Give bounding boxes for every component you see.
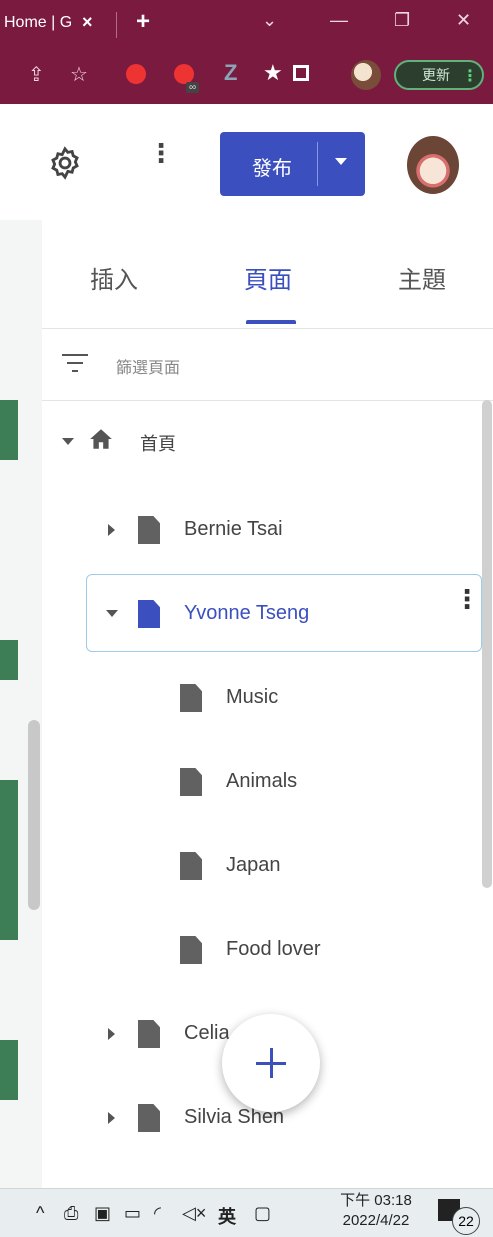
tree-item-animals[interactable]: Animals bbox=[42, 744, 493, 822]
page-icon bbox=[180, 768, 202, 796]
tree-item-yvonne-tseng[interactable]: Yvonne Tseng bbox=[42, 576, 493, 654]
page-icon bbox=[180, 852, 202, 880]
extension-z-icon[interactable]: Z bbox=[224, 60, 237, 86]
expand-icon[interactable] bbox=[108, 1028, 115, 1040]
collapse-icon[interactable] bbox=[62, 438, 74, 445]
filter-pages-input[interactable]: 篩選頁面 bbox=[116, 354, 180, 378]
publish-divider bbox=[317, 142, 318, 186]
tab-pages[interactable]: 頁面 bbox=[244, 260, 292, 295]
clock-date: 2022/4/22 bbox=[342, 1212, 410, 1229]
volume-mute-icon[interactable]: ◁× bbox=[182, 1203, 206, 1224]
settings-gear-icon[interactable] bbox=[48, 146, 82, 180]
tree-item-label: Food lover bbox=[226, 938, 321, 960]
tree-item-label: Yvonne Tseng bbox=[184, 602, 310, 624]
tree-item-home[interactable]: 首頁 bbox=[42, 406, 493, 484]
home-icon bbox=[90, 429, 112, 449]
wifi-icon[interactable]: ◜ bbox=[154, 1203, 161, 1224]
tree-item-label: Celia bbox=[184, 1022, 230, 1044]
clock[interactable]: 下午 03:18 2022/4/22 bbox=[326, 1191, 426, 1231]
tab-themes[interactable]: 主題 bbox=[398, 260, 446, 295]
bookmark-star-icon[interactable]: ☆ bbox=[70, 62, 88, 87]
extension-badge-label: ∞ bbox=[186, 82, 200, 93]
show-hidden-icons-icon[interactable]: ^ bbox=[36, 1203, 44, 1224]
page-options-icon[interactable]: ⋮ bbox=[454, 586, 480, 612]
browser-toolbar: ⇪ ☆ ∞ Z ★ 更新 ⋮ bbox=[0, 48, 493, 104]
avatar[interactable] bbox=[407, 136, 459, 194]
tree-item-bernie-tsai[interactable]: Bernie Tsai bbox=[42, 492, 493, 570]
canvas-scrollbar-thumb[interactable] bbox=[28, 720, 40, 910]
canvas-background-stripe bbox=[0, 1040, 18, 1100]
panel-tabs: 插入 頁面 主題 bbox=[42, 220, 493, 329]
browser-tab-bar: Home | G × + ⌄ — ❐ ✕ bbox=[0, 0, 493, 48]
page-icon bbox=[138, 516, 160, 544]
tab-search-icon[interactable]: ⌄ bbox=[262, 10, 277, 31]
tree-item-label: Animals bbox=[226, 770, 298, 792]
canvas-background-stripe bbox=[0, 400, 18, 460]
page-icon bbox=[180, 936, 202, 964]
publish-dropdown-icon[interactable] bbox=[335, 158, 347, 165]
page-icon bbox=[138, 600, 160, 628]
tree-item-music[interactable]: Music bbox=[42, 660, 493, 738]
page-icon bbox=[180, 684, 202, 712]
page-canvas-gutter bbox=[0, 220, 43, 1188]
expand-icon[interactable] bbox=[108, 524, 115, 536]
minimize-icon[interactable]: — bbox=[330, 10, 348, 31]
sidebar-icon[interactable] bbox=[293, 65, 309, 81]
extension-badge-icon[interactable] bbox=[174, 64, 194, 84]
canvas-background-stripe bbox=[0, 640, 18, 680]
editor-header: ⋮ 發布 bbox=[0, 104, 493, 221]
tree-item-label: Music bbox=[226, 686, 279, 708]
update-label: 更新 bbox=[422, 67, 450, 83]
filter-pages-row[interactable]: 篩選頁面 bbox=[42, 328, 493, 401]
active-tab-indicator bbox=[246, 320, 296, 324]
windows-taskbar: ^ ⎙ ▣ ▭ ◜ ◁× 英 ▢ 下午 03:18 2022/4/22 22 bbox=[0, 1188, 493, 1237]
clock-time: 下午 03:18 bbox=[340, 1192, 412, 1209]
publish-button[interactable]: 發布 bbox=[220, 132, 365, 196]
more-icon[interactable]: ⋮ bbox=[462, 66, 478, 86]
collapse-icon[interactable] bbox=[106, 610, 118, 617]
share-icon[interactable]: ⇪ bbox=[28, 62, 45, 87]
tree-item-label: 首頁 bbox=[140, 434, 176, 454]
close-window-icon[interactable]: ✕ bbox=[456, 10, 471, 31]
profile-avatar-icon[interactable] bbox=[351, 60, 381, 90]
tree-item-label: Japan bbox=[226, 854, 281, 876]
expand-icon[interactable] bbox=[108, 1112, 115, 1124]
new-tab-icon[interactable]: + bbox=[136, 8, 150, 36]
add-page-button[interactable] bbox=[222, 1014, 320, 1112]
tree-item-label: Bernie Tsai bbox=[184, 518, 283, 540]
page-icon bbox=[138, 1104, 160, 1132]
pages-panel: 插入 頁面 主題 篩選頁面 首頁 Bernie Tsai Yvonne Tsen… bbox=[42, 220, 493, 1188]
more-options-icon[interactable]: ⋮ bbox=[148, 140, 174, 166]
ime-indicator[interactable]: 英 bbox=[218, 1203, 236, 1229]
plus-icon bbox=[270, 1048, 273, 1078]
tree-item-food-lover[interactable]: Food lover bbox=[42, 912, 493, 990]
tab-title[interactable]: Home | G bbox=[4, 14, 72, 32]
meet-now-icon[interactable]: ⎙ bbox=[64, 1203, 78, 1224]
battery-icon[interactable]: ▭ bbox=[124, 1203, 141, 1224]
tab-close-icon[interactable]: × bbox=[82, 12, 93, 33]
ime-mode-icon[interactable]: ▢ bbox=[254, 1203, 271, 1224]
filter-icon bbox=[62, 354, 88, 374]
app-tray-icon[interactable]: ▣ bbox=[94, 1203, 111, 1224]
publish-label: 發布 bbox=[252, 158, 292, 180]
canvas-background-stripe bbox=[0, 780, 18, 940]
tab-insert[interactable]: 插入 bbox=[90, 260, 138, 295]
page-icon bbox=[138, 1020, 160, 1048]
extensions-puzzle-icon[interactable]: ★ bbox=[263, 60, 283, 86]
tree-item-japan[interactable]: Japan bbox=[42, 828, 493, 906]
extension-red-icon[interactable] bbox=[126, 64, 146, 84]
tab-separator bbox=[116, 12, 117, 38]
notification-count-badge: 22 bbox=[452, 1207, 480, 1235]
restore-icon[interactable]: ❐ bbox=[394, 10, 410, 31]
